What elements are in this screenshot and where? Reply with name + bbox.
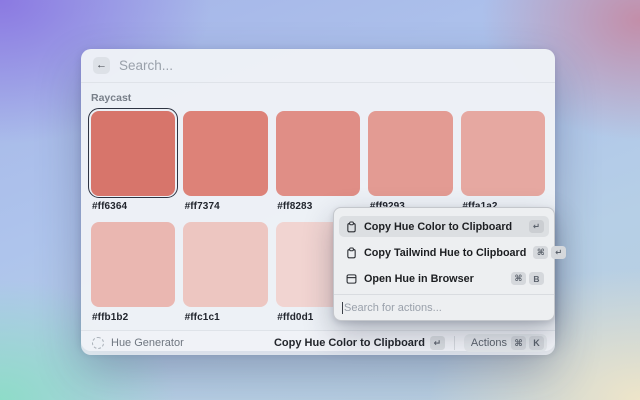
actions-button[interactable]: Actions ⌘K	[464, 334, 547, 352]
swatch-cell[interactable]: #ff6364	[88, 108, 178, 219]
swatch-hex-label: #ffc1c1	[185, 312, 271, 323]
color-swatch[interactable]	[91, 222, 176, 307]
color-swatch[interactable]	[368, 111, 453, 196]
swatch-selection-ring	[366, 108, 456, 198]
actions-search-row	[334, 294, 554, 320]
action-label: Copy Tailwind Hue to Clipboard	[364, 247, 526, 259]
action-item[interactable]: Open Hue in Browser ⌘B	[339, 268, 549, 289]
swatch-selection-ring	[458, 108, 548, 198]
key-badge: K	[529, 336, 544, 350]
shortcut-keys: ⌘B	[511, 272, 544, 285]
actions-list: Copy Hue Color to Clipboard ↵ Copy Tailwin…	[334, 208, 554, 294]
swatch-hex-label: #ff6364	[92, 201, 178, 212]
search-header: ←	[81, 49, 555, 83]
actions-search-input[interactable]	[344, 302, 546, 314]
shortcut-keys: ↵	[529, 220, 544, 233]
key-badge: ⌘	[511, 272, 526, 285]
divider	[454, 336, 455, 350]
primary-action-label[interactable]: Copy Hue Color to Clipboard	[274, 337, 425, 349]
hue-generator-icon	[92, 337, 104, 349]
swatch-selection-ring	[181, 108, 271, 198]
color-swatch[interactable]	[276, 111, 361, 196]
extension-name: Hue Generator	[111, 337, 274, 349]
color-swatch[interactable]	[183, 222, 268, 307]
section-label: Raycast	[91, 92, 548, 104]
text-cursor	[342, 302, 343, 314]
clipboard-icon	[346, 221, 357, 233]
back-button[interactable]: ←	[93, 57, 110, 74]
key-badge: B	[529, 272, 544, 285]
key-badge: ⌘	[511, 336, 526, 350]
search-input[interactable]	[119, 58, 543, 73]
swatch-cell[interactable]: #ffa1a2	[458, 108, 548, 219]
swatch-selection-ring	[88, 108, 178, 198]
action-item[interactable]: Copy Tailwind Hue to Clipboard⌘↵	[339, 242, 549, 263]
swatch-hex-label: #ffb1b2	[92, 312, 178, 323]
swatch-cell[interactable]: #ffc1c1	[181, 219, 271, 330]
swatch-cell[interactable]: #ff8283	[273, 108, 363, 219]
swatch-cell[interactable]: #ff9293	[366, 108, 456, 219]
key-badge: ↵	[529, 220, 544, 233]
swatch-selection-ring	[88, 219, 178, 309]
clipboard-icon	[346, 247, 357, 259]
return-key-badge: ↵	[430, 336, 445, 350]
actions-keys: ⌘K	[511, 336, 544, 350]
color-swatch[interactable]	[183, 111, 268, 196]
browser-window-icon	[346, 273, 357, 285]
color-swatch[interactable]	[461, 111, 546, 196]
swatch-selection-ring	[273, 108, 363, 198]
actions-button-label: Actions	[471, 337, 507, 349]
shortcut-keys: ⌘↵	[533, 246, 566, 259]
key-badge: ⌘	[533, 246, 548, 259]
action-item[interactable]: Copy Hue Color to Clipboard ↵	[339, 216, 549, 237]
swatch-cell[interactable]: #ff7374	[181, 108, 271, 219]
swatch-selection-ring	[181, 219, 271, 309]
key-badge: ↵	[551, 246, 566, 259]
color-swatch[interactable]	[91, 111, 176, 196]
actions-popup: Copy Hue Color to Clipboard ↵ Copy Tailwin…	[333, 207, 555, 321]
swatch-hex-label: #ff7374	[185, 201, 271, 212]
action-label: Copy Hue Color to Clipboard	[364, 221, 522, 233]
status-bar: Hue Generator Copy Hue Color to Clipboar…	[81, 330, 555, 355]
swatch-cell[interactable]: #ffb1b2	[88, 219, 178, 330]
action-label: Open Hue in Browser	[364, 273, 504, 285]
